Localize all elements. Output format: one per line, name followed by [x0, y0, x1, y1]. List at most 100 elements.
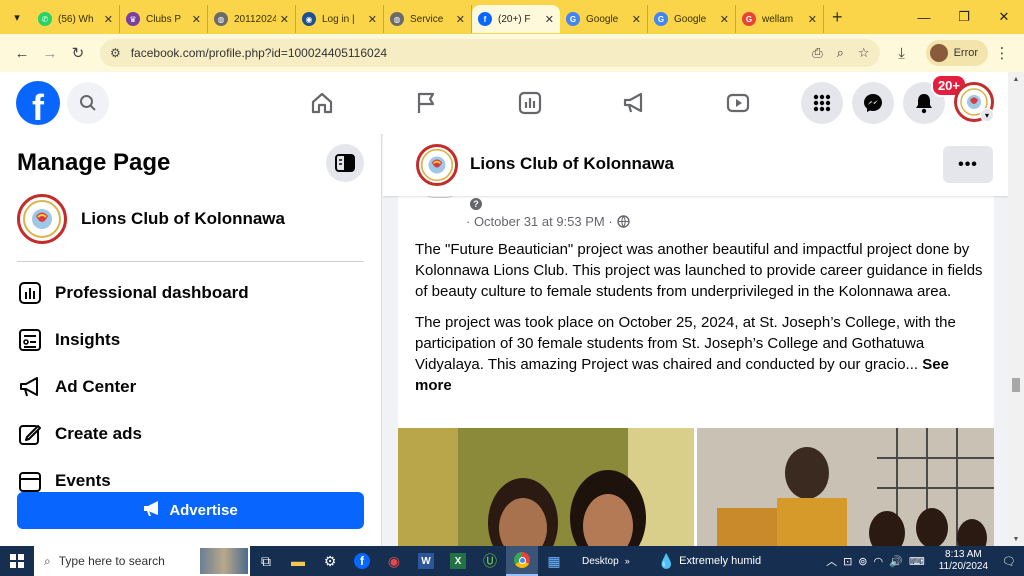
chrome-icon[interactable]	[506, 546, 538, 576]
facebook-app-icon[interactable]: f	[346, 546, 378, 576]
flag-icon[interactable]	[374, 72, 478, 134]
weather-widget[interactable]: 💧 Extremely humid	[658, 553, 761, 570]
page-header-name[interactable]: Lions Club of Kolonnawa	[470, 154, 674, 174]
url-input[interactable]: ⚙ facebook.com/profile.php?id=1000244051…	[99, 39, 880, 67]
lions-logo-icon	[23, 200, 61, 238]
video-icon[interactable]	[686, 72, 790, 134]
new-tab-button[interactable]: +	[832, 7, 843, 28]
info-icon[interactable]: ?	[470, 198, 482, 210]
post-photo[interactable]	[398, 428, 694, 546]
tray-app-icon[interactable]: ⊡	[843, 555, 852, 568]
post-timestamp[interactable]: · October 31 at 9:53 PM ·	[466, 214, 613, 229]
facebook-logo[interactable]: f	[16, 81, 60, 125]
keyboard-icon[interactable]: ⌨	[909, 555, 925, 568]
minimize-icon[interactable]: —	[904, 0, 944, 34]
account-avatar[interactable]: ▾	[954, 82, 994, 122]
close-window-icon[interactable]: ✕	[984, 0, 1024, 34]
restore-icon[interactable]: ❐	[944, 0, 984, 34]
scroll-down-icon[interactable]: ▼	[1008, 532, 1024, 546]
scroll-up-icon[interactable]: ▲	[1008, 72, 1024, 86]
post-meta: ? · October 31 at 9:53 PM ·	[466, 198, 630, 229]
search-icon[interactable]	[67, 82, 109, 124]
sidebar-page-name: Lions Club of Kolonnawa	[81, 209, 285, 228]
sidebar-item-professional-dashboard[interactable]: Professional dashboard	[17, 280, 249, 306]
notification-center-icon[interactable]: 🗨	[1002, 555, 1016, 568]
download-icon[interactable]: ⤓	[888, 39, 916, 67]
analytics-icon[interactable]	[478, 72, 582, 134]
sidebar-item-insights[interactable]: Insights	[17, 327, 120, 353]
volume-icon[interactable]: 🔊	[889, 555, 903, 568]
browser-tab[interactable]: G Google ✕	[648, 5, 736, 33]
clock-date: 11/20/2024	[938, 561, 989, 572]
tab-search-chevron-icon[interactable]: ▾	[6, 6, 28, 28]
tab-favicon-icon: ♛	[126, 12, 140, 26]
more-options-button[interactable]: •••	[943, 146, 993, 183]
settings-icon[interactable]: ⚙	[314, 546, 346, 576]
reload-button[interactable]: ↻	[64, 39, 92, 67]
notifications-bell-icon[interactable]: 20+	[903, 74, 967, 124]
advertise-button[interactable]: Advertise	[17, 492, 364, 529]
taskbar-search-input[interactable]: ⌕ Type here to search	[34, 546, 250, 576]
sidebar-item-events[interactable]: Events	[17, 468, 111, 494]
sidebar-item-label: Events	[55, 471, 111, 490]
tab-close-icon[interactable]: ✕	[632, 13, 641, 26]
install-app-icon[interactable]: ⎙	[812, 45, 822, 61]
word-icon[interactable]: W	[410, 546, 442, 576]
sidebar-title: Manage Page	[17, 149, 171, 176]
tab-close-icon[interactable]: ✕	[192, 13, 201, 26]
scrollbar-thumb[interactable]	[1012, 378, 1020, 392]
photos-app-icon[interactable]: ▦	[538, 546, 570, 576]
excel-icon[interactable]: X	[442, 546, 474, 576]
tab-label: Clubs P	[146, 13, 182, 25]
site-info-icon[interactable]: ⚙	[110, 46, 121, 60]
tab-close-icon[interactable]: ✕	[104, 13, 113, 26]
sidebar-item-create-ads[interactable]: Create ads	[17, 421, 142, 447]
messenger-icon[interactable]	[852, 82, 894, 124]
tab-label: Google	[586, 13, 619, 25]
task-view-icon[interactable]: ⧉	[250, 546, 282, 576]
browser-tab[interactable]: f (20+) F ✕	[472, 5, 560, 33]
back-button[interactable]: ←	[8, 39, 36, 67]
tab-close-icon[interactable]: ✕	[720, 13, 729, 26]
menu-grid-icon[interactable]	[801, 82, 843, 124]
megaphone-icon[interactable]	[582, 72, 686, 134]
app-red-icon[interactable]: ◉	[378, 546, 410, 576]
wifi-icon[interactable]: ◠	[874, 555, 884, 568]
page-scrollbar[interactable]: ▲ ▼	[1008, 72, 1024, 546]
browser-tab[interactable]: Gwellam ✕	[736, 5, 824, 33]
windows-start-icon[interactable]	[0, 546, 34, 576]
zoom-icon[interactable]: ⌕	[837, 45, 844, 61]
right-nav: 20+ ▾	[801, 74, 994, 124]
home-icon[interactable]	[270, 72, 374, 134]
upwork-icon[interactable]: Ⓤ	[474, 546, 506, 576]
sidebar-item-ad-center[interactable]: Ad Center	[17, 374, 136, 400]
browser-tab[interactable]: ◍ Service ✕	[384, 5, 472, 33]
tray-chevron-icon[interactable]: ︿	[826, 553, 837, 569]
collapse-sidebar-icon[interactable]	[326, 144, 364, 182]
taskbar-clock[interactable]: 8:13 AM 11/20/2024	[939, 549, 988, 573]
page-header-avatar[interactable]	[416, 144, 458, 186]
profile-error-button[interactable]: Error	[925, 40, 989, 66]
tab-close-icon[interactable]: ✕	[280, 13, 289, 26]
post-photo[interactable]	[697, 428, 994, 546]
file-explorer-icon[interactable]: ▬	[282, 546, 314, 576]
tab-close-icon[interactable]: ✕	[368, 13, 377, 26]
tab-favicon-icon: G	[566, 12, 580, 26]
browser-tab[interactable]: ◍ 20112024 ✕	[208, 5, 296, 33]
desktop-toolbar-label[interactable]: Desktop	[582, 556, 619, 567]
tab-label: Google	[674, 13, 707, 25]
tab-close-icon[interactable]: ✕	[808, 13, 817, 26]
tab-close-icon[interactable]: ✕	[545, 13, 554, 26]
bookmark-star-icon[interactable]: ☆	[858, 45, 870, 61]
browser-tab[interactable]: ♛ Clubs P ✕	[120, 5, 208, 33]
browser-menu-icon[interactable]: ⋮	[988, 39, 1016, 67]
tab-close-icon[interactable]: ✕	[456, 13, 465, 26]
toolbar-expand-icon[interactable]: »	[625, 556, 630, 566]
browser-tab[interactable]: ✆ (56) Wh ✕	[32, 5, 120, 33]
sidebar-page-link[interactable]: Lions Club of Kolonnawa	[17, 194, 285, 244]
forward-button[interactable]: →	[36, 39, 64, 67]
windows-taskbar: ⌕ Type here to search ⧉ ▬ ⚙ f ◉ W X Ⓤ ▦ …	[0, 546, 1024, 576]
browser-tab[interactable]: G Google ✕	[560, 5, 648, 33]
tray-network-icon[interactable]: ⊚	[858, 555, 867, 568]
browser-tab[interactable]: ◉ Log in | ✕	[296, 5, 384, 33]
